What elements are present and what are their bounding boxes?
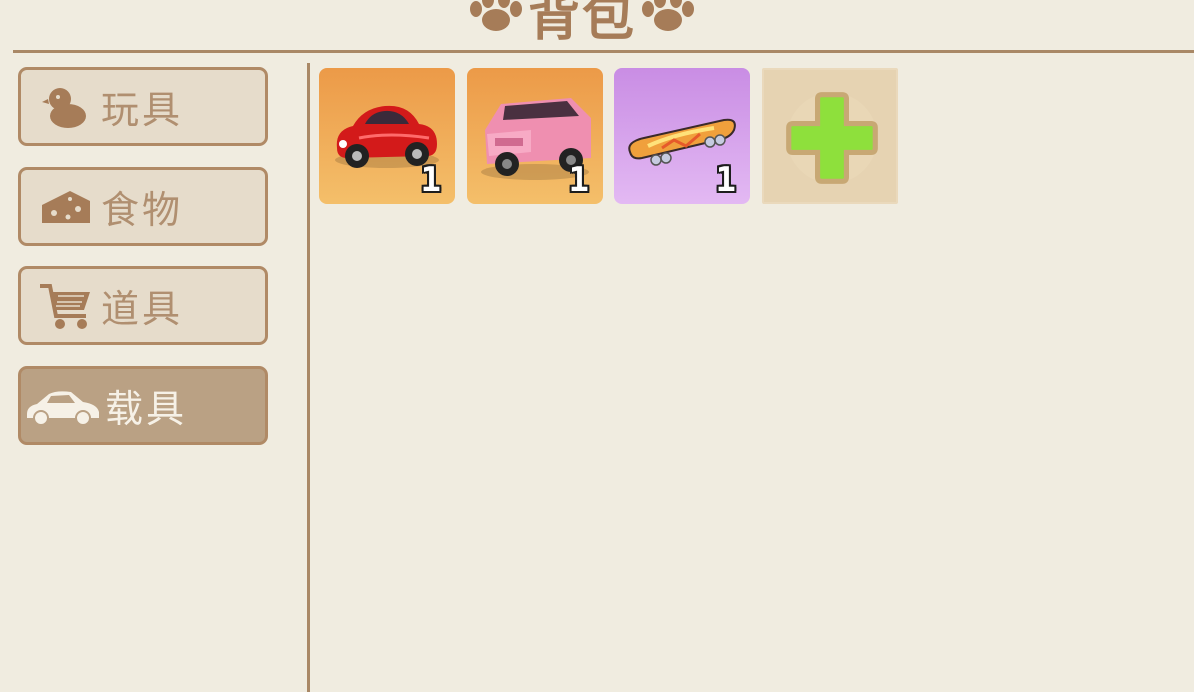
duck-icon xyxy=(35,77,97,137)
cheese-icon xyxy=(35,177,97,237)
tab-label: 食物 xyxy=(101,188,184,232)
tab-vehicles[interactable]: 载具 xyxy=(18,366,268,445)
tab-label: 载具 xyxy=(105,387,188,431)
tab-label: 道具 xyxy=(101,287,184,331)
sidebar-divider xyxy=(307,63,310,692)
title-text: 背包 xyxy=(528,0,637,48)
tab-toys[interactable]: 玩具 xyxy=(18,67,268,146)
add-item-slot[interactable] xyxy=(762,68,898,204)
plus-icon xyxy=(786,92,878,184)
item-count: 1 xyxy=(420,160,441,200)
paw-icon xyxy=(642,0,695,31)
tab-food[interactable]: 食物 xyxy=(18,167,268,246)
inventory-slot-red-car[interactable]: 1 xyxy=(319,68,455,204)
shopping-cart-icon xyxy=(35,276,97,336)
item-count: 1 xyxy=(715,160,736,200)
inventory-slot-skateboard[interactable]: 1 xyxy=(614,68,750,204)
tab-props[interactable]: 道具 xyxy=(18,266,268,345)
title-bar: 背包 xyxy=(0,0,1194,52)
paw-icon xyxy=(470,0,522,31)
inventory-slot-pink-suv[interactable]: 1 xyxy=(467,68,603,204)
item-count: 1 xyxy=(568,160,589,200)
tab-label: 玩具 xyxy=(101,88,184,132)
page-title: 背包 xyxy=(462,0,702,48)
car-icon xyxy=(23,376,101,436)
header-divider xyxy=(13,50,1194,53)
